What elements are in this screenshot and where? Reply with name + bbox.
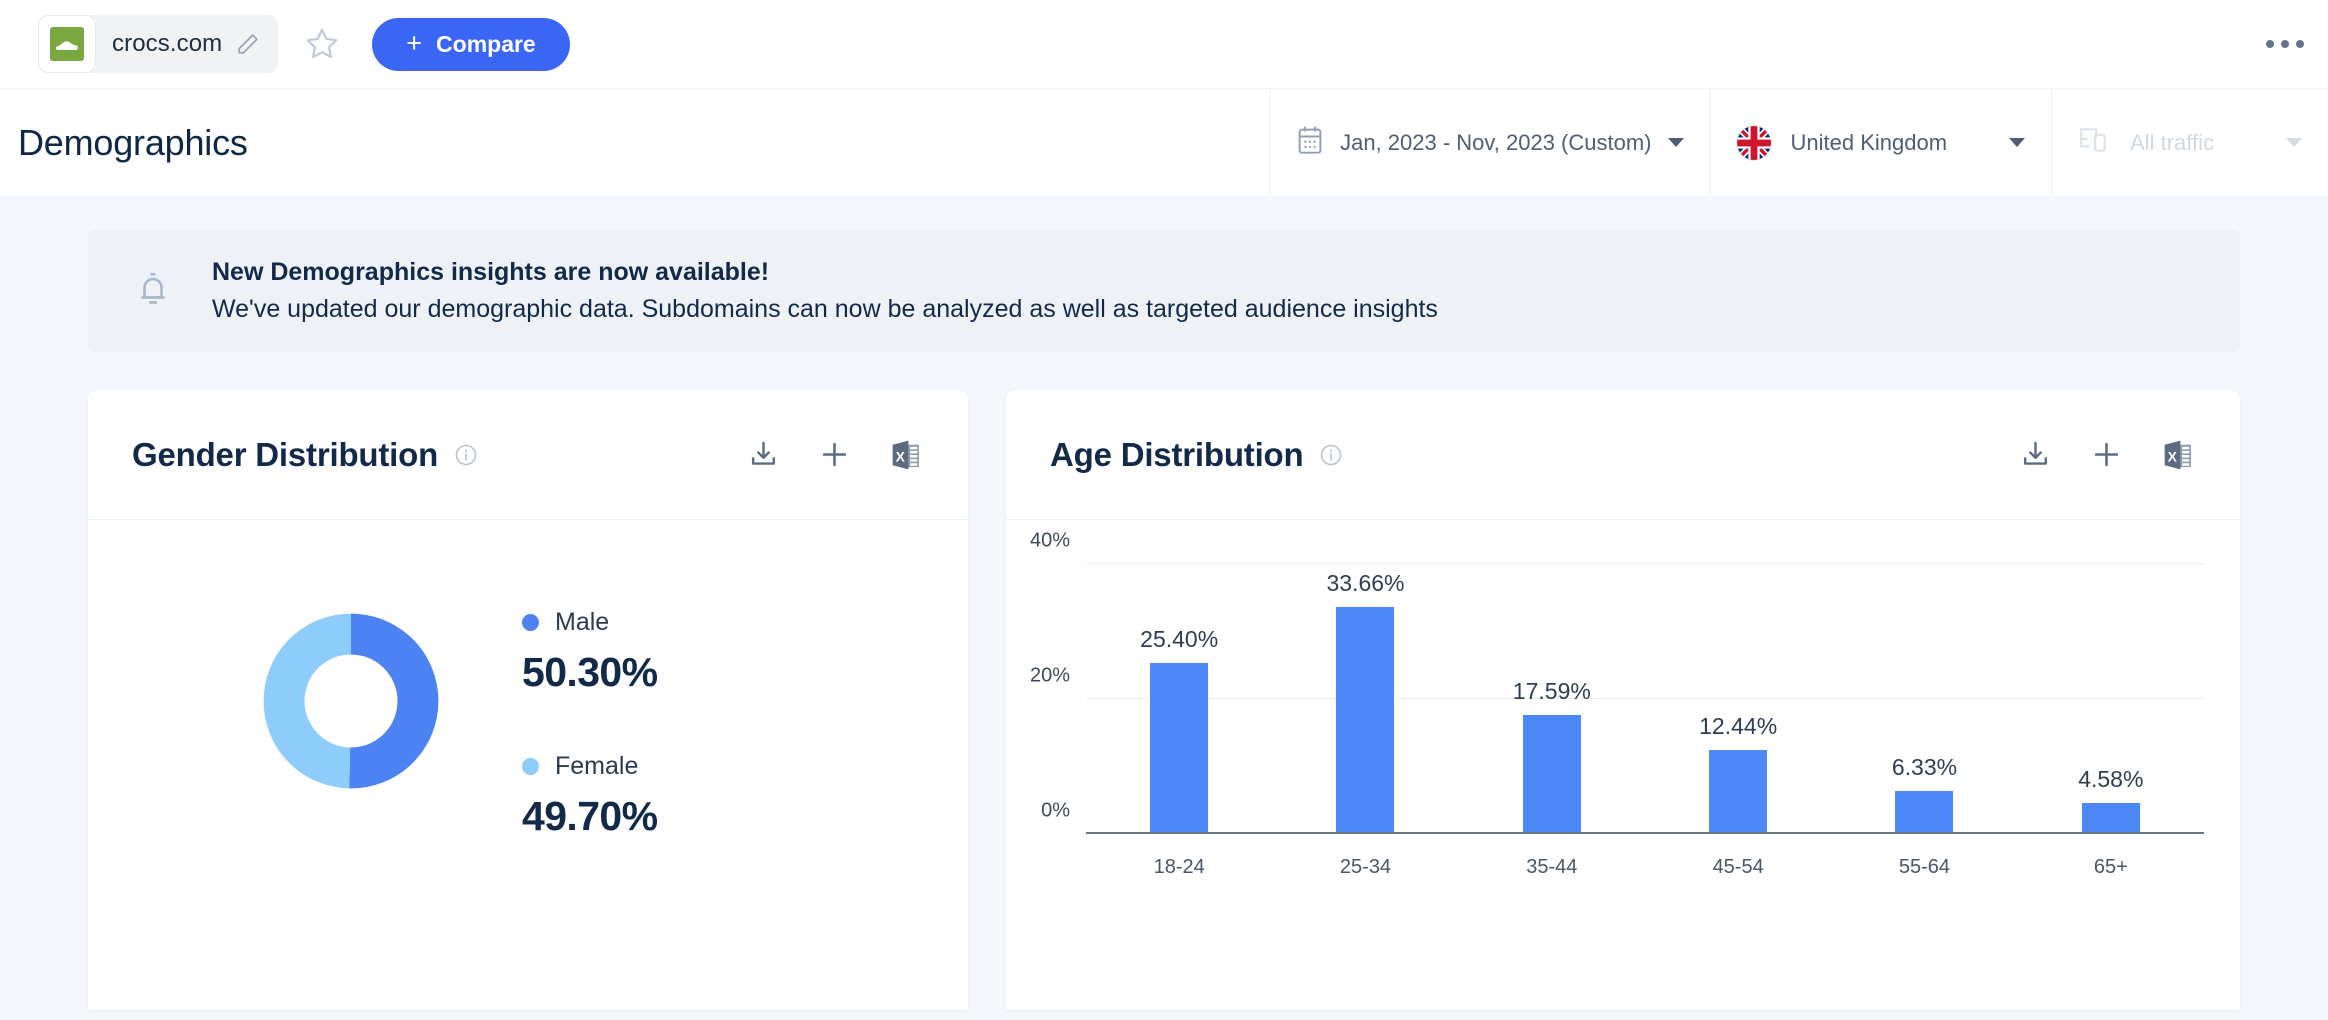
uk-flag-icon xyxy=(1736,125,1771,160)
chevron-down-icon xyxy=(2009,138,2026,147)
x-axis-tick-label: 18-24 xyxy=(1153,856,1205,878)
export-excel-icon[interactable]: X xyxy=(2162,438,2194,472)
bar[interactable] xyxy=(1150,662,1209,834)
legend-color-dot-male xyxy=(522,614,539,631)
svg-text:X: X xyxy=(896,448,906,464)
kebab-menu-icon[interactable] xyxy=(2266,40,2304,48)
date-range-label: Jan, 2023 - Nov, 2023 (Custom) xyxy=(1340,129,1652,155)
star-icon[interactable] xyxy=(304,26,340,62)
bar-column[interactable]: 6.33% xyxy=(1831,564,2017,834)
bell-icon xyxy=(136,270,170,313)
export-excel-icon[interactable]: X xyxy=(890,438,922,472)
banner-title: New Demographics insights are now availa… xyxy=(212,258,770,286)
bar-column[interactable]: 17.59% xyxy=(1459,564,1645,834)
x-axis-line xyxy=(1086,832,2204,834)
add-to-report-icon[interactable] xyxy=(2091,439,2122,470)
gender-card-title: Gender Distribution xyxy=(132,435,439,473)
y-axis-tick-label: 40% xyxy=(1029,529,1070,552)
legend-color-dot-female xyxy=(522,758,539,775)
bar[interactable] xyxy=(1709,750,1768,834)
y-axis-tick-label: 0% xyxy=(1041,799,1070,822)
age-distribution-card: Age Distribution X 0% 20% 40% 25.40% 33.… xyxy=(1006,390,2240,1010)
legend-item-male: Male 50.30% xyxy=(522,608,658,696)
legend-male-label-row: Male xyxy=(522,608,657,637)
gender-distribution-card: Gender Distribution X Male 50.30% Female… xyxy=(88,390,968,1010)
x-axis-tick-label: 55-64 xyxy=(1898,856,1951,878)
cards-row: Gender Distribution X Male 50.30% Female… xyxy=(88,390,2240,1010)
calendar-icon xyxy=(1296,125,1324,161)
chevron-down-icon xyxy=(2286,138,2302,147)
kebab-dot xyxy=(2281,40,2289,48)
page-title: Demographics xyxy=(18,121,248,163)
bar-value-label: 4.58% xyxy=(2078,766,2144,793)
bar-value-label: 33.66% xyxy=(1326,569,1405,596)
bar-value-label: 17.59% xyxy=(1512,678,1591,705)
age-card-header: Age Distribution X xyxy=(1006,390,2240,520)
bar-value-label: 12.44% xyxy=(1699,713,1778,740)
country-label: United Kingdom xyxy=(1790,129,1948,155)
legend-item-female: Female 49.70% xyxy=(522,752,658,840)
page-content: New Demographics insights are now availa… xyxy=(0,196,2328,1010)
bar-column[interactable]: 12.44% xyxy=(1645,564,1831,834)
bar-column[interactable]: 25.40% xyxy=(1086,564,1272,834)
gender-legend: Male 50.30% Female 49.70% xyxy=(522,608,658,896)
gender-card-actions: X xyxy=(748,438,922,472)
banner-subtitle: We've updated our demographic data. Subd… xyxy=(212,295,1438,323)
gender-donut-chart xyxy=(258,608,444,799)
x-axis-tick-label: 65+ xyxy=(2093,856,2128,878)
export-image-icon[interactable] xyxy=(2020,439,2051,470)
info-banner: New Demographics insights are now availa… xyxy=(88,230,2240,352)
domain-pill[interactable]: crocs.com xyxy=(38,15,279,73)
top-bar: crocs.com + Compare xyxy=(0,0,2328,88)
page-header: Demographics Jan, 2023 - Nov, 2023 (Cust… xyxy=(0,88,2328,196)
bar-value-label: 6.33% xyxy=(1891,754,1958,781)
x-axis-labels: 18-24 25-34 35-44 45-54 55-64 65+ xyxy=(1086,856,2204,879)
bar[interactable] xyxy=(1336,606,1395,834)
age-bar-chart-plot: 0% 20% 40% 25.40% 33.66% 17.59% 12.44% 6.33% 4.… xyxy=(1030,530,2204,834)
chevron-down-icon xyxy=(1667,138,1684,147)
pencil-icon[interactable] xyxy=(235,32,260,57)
legend-male-value: 50.30% xyxy=(522,649,658,695)
age-card-title: Age Distribution xyxy=(1050,435,1304,473)
compare-button-label: Compare xyxy=(436,30,536,57)
x-axis-tick-label: 25-34 xyxy=(1339,856,1392,878)
bar-value-label: 25.40% xyxy=(1140,625,1219,652)
bars-group: 25.40% 33.66% 17.59% 12.44% 6.33% 4.58% xyxy=(1086,564,2204,834)
bar-column[interactable]: 33.66% xyxy=(1272,564,1458,834)
gender-card-header: Gender Distribution X xyxy=(88,390,968,520)
gender-chart-body: Male 50.30% Female 49.70% xyxy=(88,520,968,896)
devices-icon xyxy=(2078,125,2110,161)
banner-text: New Demographics insights are now availa… xyxy=(212,258,1438,324)
bar[interactable] xyxy=(2081,803,2140,834)
age-chart-body: 0% 20% 40% 25.40% 33.66% 17.59% 12.44% 6.33% 4.… xyxy=(1006,520,2240,879)
legend-female-value: 49.70% xyxy=(522,793,658,839)
date-range-filter[interactable]: Jan, 2023 - Nov, 2023 (Custom) xyxy=(1269,89,1709,196)
bar[interactable] xyxy=(1522,715,1581,834)
bar-column[interactable]: 4.58% xyxy=(2018,564,2204,834)
legend-female-label: Female xyxy=(555,752,639,780)
info-icon[interactable] xyxy=(1319,443,1343,467)
country-filter[interactable]: United Kingdom xyxy=(1709,89,2052,196)
add-to-report-icon[interactable] xyxy=(819,439,850,470)
domain-favicon xyxy=(38,15,96,73)
traffic-filter: All traffic xyxy=(2051,89,2328,196)
x-axis-tick-label: 35-44 xyxy=(1526,856,1578,878)
bar[interactable] xyxy=(1895,791,1954,834)
crocs-shoe-logo-icon xyxy=(50,27,84,61)
kebab-dot xyxy=(2266,40,2274,48)
info-icon[interactable] xyxy=(454,443,478,467)
legend-male-label: Male xyxy=(555,608,610,636)
svg-text:X: X xyxy=(2168,448,2178,464)
y-axis-tick-label: 20% xyxy=(1029,664,1070,687)
domain-name: crocs.com xyxy=(112,30,223,57)
x-axis-tick-label: 45-54 xyxy=(1712,856,1764,878)
export-image-icon[interactable] xyxy=(748,439,779,470)
filter-bar: Jan, 2023 - Nov, 2023 (Custom) United Ki… xyxy=(1269,89,2328,196)
compare-plus-icon: + xyxy=(406,27,423,58)
traffic-label: All traffic xyxy=(2130,129,2214,155)
compare-button[interactable]: + Compare xyxy=(372,17,570,71)
kebab-dot xyxy=(2296,40,2304,48)
age-card-actions: X xyxy=(2020,438,2194,472)
legend-female-label-row: Female xyxy=(522,752,657,781)
